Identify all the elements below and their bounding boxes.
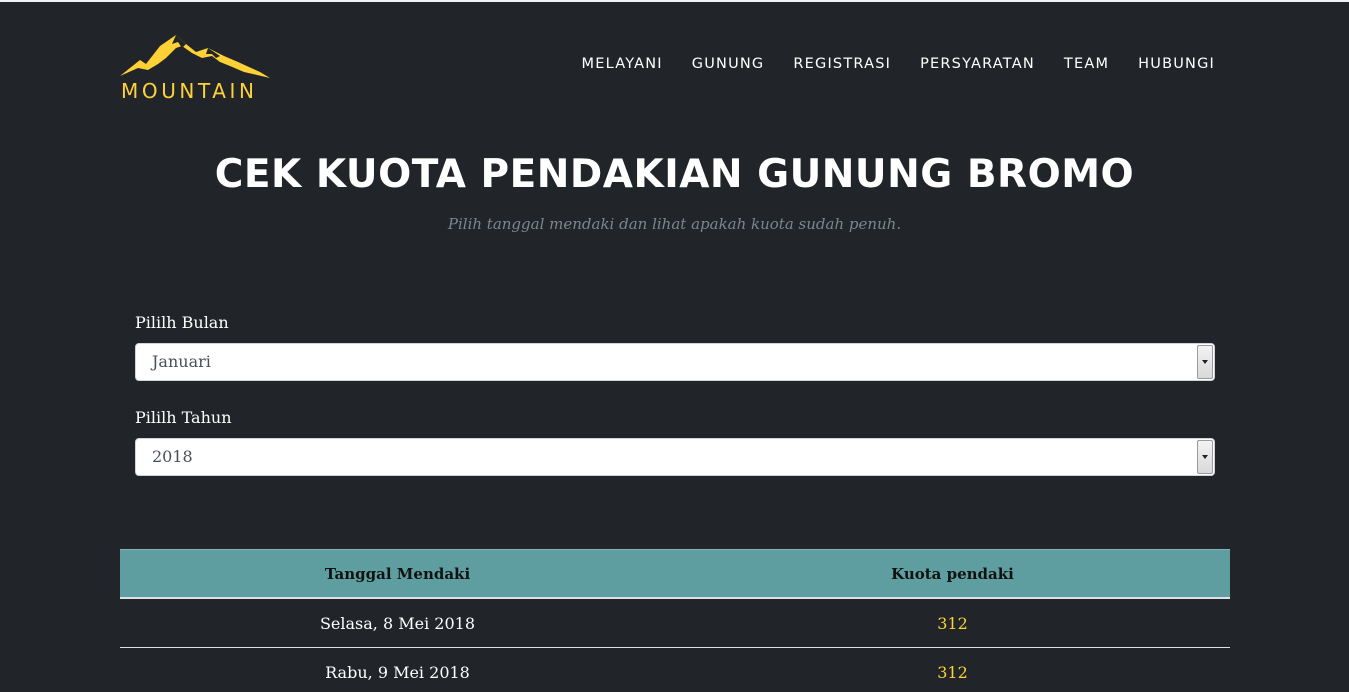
table-header: Tanggal Mendaki Kuota pendaki xyxy=(120,549,1230,599)
brand-logo[interactable]: MOUNTAIN xyxy=(120,32,272,103)
mountain-logo-icon xyxy=(120,35,270,78)
year-select-value: 2018 xyxy=(152,447,193,466)
table-cell-date: Selasa, 8 Mei 2018 xyxy=(319,614,476,633)
month-label: Pililh Bulan xyxy=(135,313,229,332)
table-row: Rabu, 9 Mei 2018 312 xyxy=(120,648,1230,692)
table-cell-quota: 312 xyxy=(937,614,968,633)
year-label: Pililh Tahun xyxy=(135,408,232,427)
table-cell-quota: 312 xyxy=(937,663,968,682)
nav-item-hubungi[interactable]: HUBUNGI xyxy=(1138,56,1215,72)
nav-item-registrasi[interactable]: REGISTRASI xyxy=(793,56,891,72)
nav-item-melayani[interactable]: MELAYANI xyxy=(582,56,663,72)
main-nav: MELAYANI GUNUNG REGISTRASI PERSYARATAN T… xyxy=(553,56,1215,72)
year-select[interactable]: 2018 xyxy=(135,438,1215,476)
table-row: Selasa, 8 Mei 2018 312 xyxy=(120,599,1230,648)
nav-item-gunung[interactable]: GUNUNG xyxy=(692,56,765,72)
navbar: MOUNTAIN MELAYANI GUNUNG REGISTRASI PERS… xyxy=(0,2,1349,112)
table-cell-date: Rabu, 9 Mei 2018 xyxy=(325,663,470,682)
column-header-quota: Kuota pendaki xyxy=(891,565,1014,583)
month-select[interactable]: Januari xyxy=(135,343,1215,381)
chevron-down-icon[interactable] xyxy=(1197,440,1213,474)
quota-table: Tanggal Mendaki Kuota pendaki Selasa, 8 … xyxy=(120,549,1230,692)
brand-name: MOUNTAIN xyxy=(121,79,258,103)
column-header-date: Tanggal Mendaki xyxy=(324,565,471,583)
page-subtitle: Pilih tanggal mendaki dan lihat apakah k… xyxy=(447,215,902,233)
month-select-value: Januari xyxy=(152,352,211,371)
nav-item-team[interactable]: TEAM xyxy=(1064,56,1109,72)
chevron-down-icon[interactable] xyxy=(1197,345,1213,379)
nav-item-persyaratan[interactable]: PERSYARATAN xyxy=(920,56,1035,72)
page-title: CEK KUOTA PENDAKIAN GUNUNG BROMO xyxy=(214,152,1135,197)
